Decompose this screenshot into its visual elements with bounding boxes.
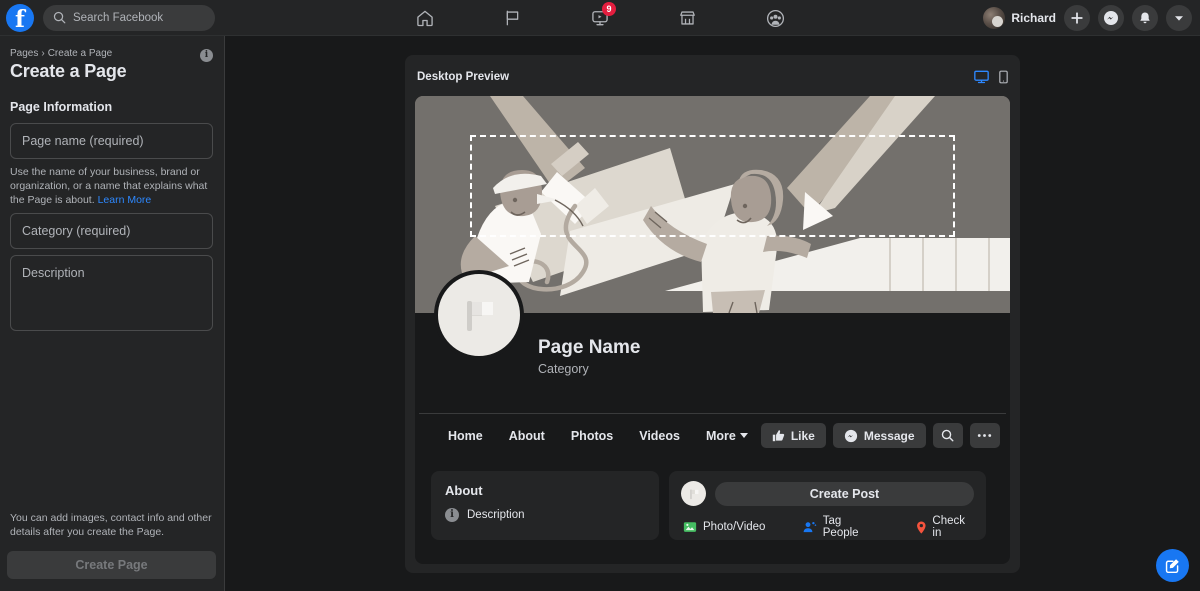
tab-more-label: More — [706, 429, 736, 443]
info-icon: i — [445, 508, 459, 522]
breadcrumb-current: Create a Page — [48, 48, 113, 59]
cover-crop-dashed-outline — [470, 135, 955, 237]
page-profile-picture[interactable] — [434, 270, 524, 360]
ellipsis-icon — [977, 433, 992, 438]
breadcrumb-separator: › — [41, 48, 44, 59]
thumbs-up-icon — [772, 429, 785, 442]
page-name-block: Page Name Category — [538, 337, 640, 376]
mobile-view-icon[interactable] — [999, 70, 1008, 84]
search-box[interactable] — [43, 5, 215, 31]
page-content-row: About i Description — [415, 457, 1010, 540]
profile-chip[interactable]: Richard — [983, 7, 1056, 29]
message-button-label: Message — [864, 429, 915, 443]
account-actions: Richard — [983, 0, 1192, 36]
post-actions-row: Photo/Video Tag People — [681, 515, 974, 539]
learn-more-link[interactable]: Learn More — [98, 194, 152, 206]
about-card: About i Description — [431, 471, 659, 540]
info-icon[interactable]: i — [200, 49, 213, 62]
primary-nav-icons: 9 — [390, 0, 810, 36]
like-button[interactable]: Like — [761, 423, 826, 448]
groups-icon[interactable] — [758, 3, 792, 33]
chevron-down-icon — [740, 433, 748, 438]
pages-flag-icon[interactable] — [496, 3, 530, 33]
watch-badge-count: 9 — [602, 2, 616, 16]
create-plus-button[interactable] — [1064, 5, 1090, 31]
page-identity-row: Page Name Category — [415, 313, 1010, 413]
preview-page-category: Category — [538, 362, 640, 376]
about-description-row: i Description — [445, 508, 645, 522]
page-tab-row: Home About Photos Videos More Like — [419, 413, 1006, 457]
preview-page-name: Page Name — [538, 337, 640, 359]
tab-about[interactable]: About — [496, 429, 558, 443]
home-icon[interactable] — [408, 3, 442, 33]
notifications-button[interactable] — [1132, 5, 1158, 31]
about-description-label: Description — [467, 509, 525, 521]
check-in-action[interactable]: Check in — [916, 515, 972, 539]
page-preview-card: Page Name Category Home About Photos Vid… — [415, 96, 1010, 564]
photo-icon — [683, 520, 697, 534]
category-input[interactable] — [10, 213, 213, 249]
desktop-preview-panel: Desktop Preview — [405, 55, 1020, 573]
page-flag-icon — [457, 293, 501, 337]
tag-people-action[interactable]: Tag People — [803, 515, 873, 539]
top-navigation-bar: f — [0, 0, 1200, 36]
check-in-label: Check in — [932, 515, 972, 539]
tab-videos[interactable]: Videos — [626, 429, 693, 443]
create-post-card: Create Post Photo/Video — [669, 471, 986, 540]
search-icon — [53, 11, 66, 24]
about-card-title: About — [445, 483, 645, 498]
post-author-avatar — [681, 481, 706, 506]
page-more-button[interactable] — [970, 423, 1000, 448]
page-name-hint: Use the name of your business, brand or … — [10, 165, 214, 207]
tab-photos[interactable]: Photos — [558, 429, 626, 443]
preview-header: Desktop Preview — [415, 65, 1010, 89]
page-search-button[interactable] — [933, 423, 963, 448]
messenger-icon — [844, 429, 858, 443]
compose-pencil-icon — [1164, 557, 1181, 574]
breadcrumb: Pages› Create a Page — [10, 48, 214, 59]
photo-video-label: Photo/Video — [703, 521, 765, 533]
page-flag-icon — [687, 487, 701, 501]
profile-name: Richard — [1011, 11, 1056, 25]
page-name-input[interactable] — [10, 123, 213, 159]
tab-home[interactable]: Home — [435, 429, 496, 443]
tag-person-icon — [803, 520, 816, 534]
create-post-row: Create Post — [681, 481, 974, 506]
desktop-view-icon[interactable] — [974, 70, 989, 84]
tag-people-label: Tag People — [823, 515, 874, 539]
page-information-heading: Page Information — [10, 100, 214, 114]
avatar — [983, 7, 1005, 29]
preview-header-label: Desktop Preview — [417, 71, 509, 83]
sidebar-bottom-note: You can add images, contact info and oth… — [10, 511, 215, 539]
tab-more[interactable]: More — [693, 429, 761, 443]
photo-video-action[interactable]: Photo/Video — [683, 520, 765, 534]
create-post-input[interactable]: Create Post — [715, 482, 974, 506]
facebook-logo-letter: f — [15, 6, 25, 32]
create-page-button[interactable]: Create Page — [7, 551, 216, 579]
facebook-create-page-screen: f — [0, 0, 1200, 591]
search-icon — [941, 429, 954, 442]
breadcrumb-root[interactable]: Pages — [10, 48, 38, 59]
account-menu-button[interactable] — [1166, 5, 1192, 31]
location-pin-icon — [916, 520, 927, 535]
create-page-sidebar: Pages› Create a Page Create a Page i Page… — [0, 36, 225, 591]
messenger-button[interactable] — [1098, 5, 1124, 31]
facebook-logo-icon[interactable]: f — [6, 4, 34, 32]
preview-view-toggles — [974, 70, 1008, 84]
watch-icon[interactable]: 9 — [583, 3, 617, 33]
compose-fab[interactable] — [1156, 549, 1189, 582]
marketplace-icon[interactable] — [671, 3, 705, 33]
description-input[interactable] — [10, 255, 213, 331]
message-button[interactable]: Message — [833, 423, 926, 448]
page-action-buttons: Like Message — [761, 423, 1000, 448]
like-button-label: Like — [791, 429, 815, 443]
search-input[interactable] — [73, 12, 203, 24]
page-title: Create a Page — [10, 61, 214, 82]
